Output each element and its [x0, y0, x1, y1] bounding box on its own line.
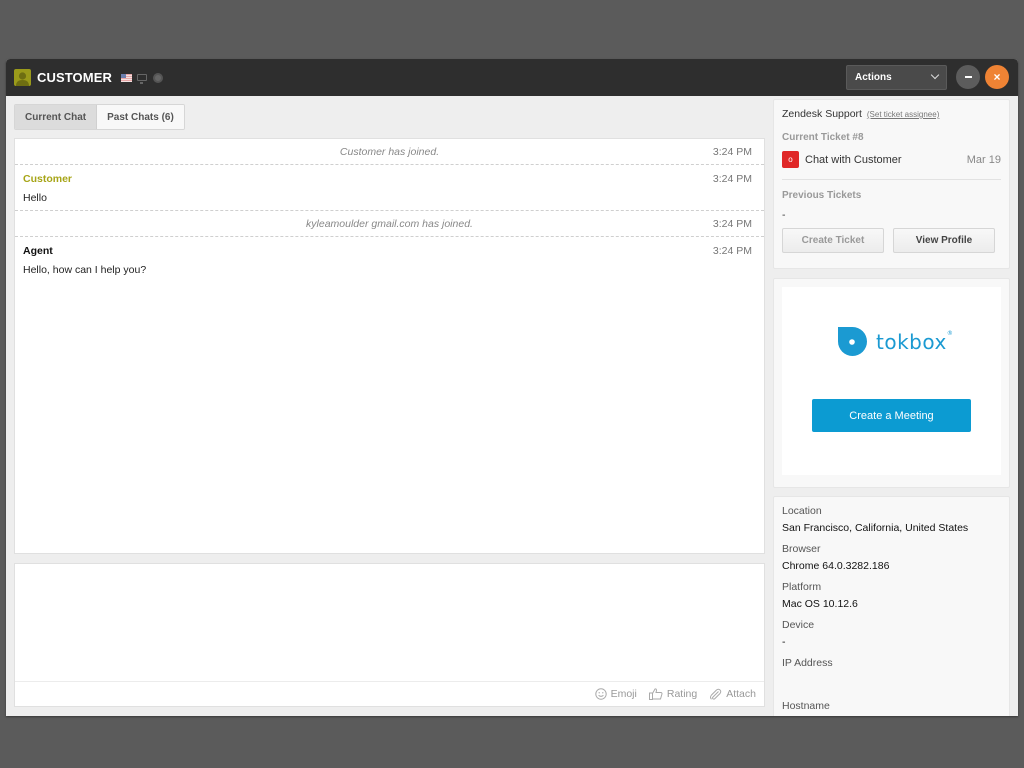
ticket-title: Chat with Customer — [805, 153, 902, 166]
close-button[interactable]: × — [985, 65, 1009, 89]
current-ticket-row[interactable]: o Chat with Customer Mar 19 — [782, 151, 1001, 168]
actions-dropdown[interactable]: Actions — [846, 65, 947, 90]
system-message: kyleamoulder gmail.com has joined. 3:24 … — [15, 211, 764, 237]
message-sender: Agent — [23, 245, 53, 257]
info-label: Browser — [782, 543, 821, 555]
close-icon: × — [993, 70, 1001, 84]
previous-tickets-value: - — [782, 209, 786, 221]
tab-past-chats[interactable]: Past Chats (6) — [97, 105, 184, 129]
view-profile-button[interactable]: View Profile — [893, 228, 995, 253]
visitor-info-panel: Location San Francisco, California, Unit… — [773, 496, 1010, 716]
chat-transcript: Customer has joined. 3:24 PM Customer He… — [14, 138, 765, 554]
message-time: 3:24 PM — [712, 245, 752, 257]
thumbs-up-icon — [648, 688, 663, 700]
attach-button[interactable]: Attach — [709, 688, 756, 701]
composer-toolbar: Emoji Rating Attach — [15, 681, 764, 706]
attach-label: Attach — [726, 688, 756, 700]
ticket-date: Mar 19 — [966, 153, 1001, 166]
tokbox-panel: tokbox® Create a Meeting — [773, 278, 1010, 488]
info-value: San Francisco, California, United States — [782, 522, 969, 534]
info-label: Device — [782, 619, 815, 631]
smiley-icon — [594, 688, 607, 700]
us-flag-icon — [120, 73, 132, 82]
message-body: Hello — [23, 192, 47, 204]
chat-window: CUSTOMER Actions × Current Chat Past Cha… — [6, 59, 1018, 716]
system-text: kyleamoulder gmail.com has joined. — [306, 217, 473, 230]
info-label: Hostname — [782, 700, 830, 712]
message-time: 3:24 PM — [712, 173, 752, 185]
message-time: 3:24 PM — [712, 145, 752, 158]
customer-title: CUSTOMER — [37, 70, 112, 85]
message-sender: Customer — [23, 173, 73, 185]
tokbox-logo: tokbox® — [838, 327, 953, 356]
tab-current-chat[interactable]: Current Chat — [15, 105, 98, 129]
zendesk-title: Zendesk Support — [782, 108, 862, 120]
system-message: Customer has joined. 3:24 PM — [15, 139, 764, 165]
chat-message: Customer Hello 3:24 PM — [15, 165, 764, 211]
sidebar: Zendesk Support (Set ticket assignee) Cu… — [773, 99, 1010, 716]
tokbox-logo-icon — [838, 327, 867, 356]
info-value: Chrome 64.0.3282.186 — [782, 560, 890, 572]
actions-label: Actions — [855, 72, 892, 83]
info-value — [782, 674, 1001, 691]
set-assignee-link[interactable]: (Set ticket assignee) — [867, 110, 939, 119]
tokbox-brand: tokbox — [876, 329, 947, 354]
info-value: Mac OS 10.12.6 — [782, 598, 858, 610]
chevron-down-icon — [930, 70, 940, 80]
message-time: 3:24 PM — [712, 217, 752, 230]
divider — [782, 179, 1001, 180]
current-ticket-number: #8 — [852, 132, 864, 143]
registered-mark: ® — [946, 329, 954, 337]
message-body: Hello, how can I help you? — [23, 264, 147, 276]
info-label: Location — [782, 505, 822, 517]
desktop-icon — [136, 74, 147, 84]
create-ticket-button[interactable]: Create Ticket — [782, 228, 884, 253]
chat-tabs: Current Chat Past Chats (6) — [14, 104, 185, 130]
previous-tickets-label: Previous Tickets — [782, 190, 862, 201]
system-text: Customer has joined. — [339, 145, 440, 158]
chat-message: Agent Hello, how can I help you? 3:24 PM — [15, 237, 764, 284]
info-label: Platform — [782, 581, 822, 593]
message-composer: Emoji Rating Attach — [14, 563, 765, 707]
emoji-label: Emoji — [610, 688, 637, 700]
title-bar: CUSTOMER Actions × — [6, 59, 1018, 96]
ticket-status-icon: o — [782, 151, 799, 168]
create-meeting-button[interactable]: Create a Meeting — [812, 399, 971, 432]
message-input[interactable] — [15, 564, 764, 682]
status-icon — [152, 72, 163, 83]
info-value: - — [782, 636, 786, 648]
rating-button[interactable]: Rating — [648, 688, 698, 700]
rating-label: Rating — [666, 688, 698, 700]
customer-avatar-icon — [14, 69, 31, 86]
current-ticket-label: Current Ticket — [782, 132, 850, 143]
minimize-button[interactable] — [956, 65, 980, 89]
emoji-button[interactable]: Emoji — [594, 688, 637, 700]
minus-icon — [964, 76, 972, 78]
info-label: IP Address — [782, 657, 833, 669]
paperclip-icon — [710, 688, 722, 700]
zendesk-panel: Zendesk Support (Set ticket assignee) Cu… — [773, 99, 1010, 269]
